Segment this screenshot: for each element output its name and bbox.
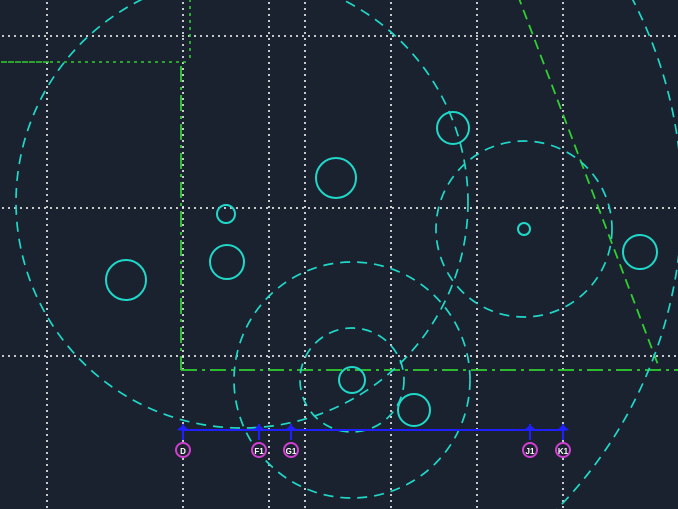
dimension-marker-j1[interactable]: J1 <box>522 442 538 458</box>
dimension-marker-d[interactable]: D <box>175 442 191 458</box>
dimension-layer <box>177 424 569 440</box>
grid-layer <box>0 0 678 509</box>
geometry-circle <box>623 235 657 269</box>
dimension-marker-g1[interactable]: G1 <box>283 442 299 458</box>
geometry-circle <box>210 245 244 279</box>
green-construction-layer <box>0 0 678 370</box>
construction-circle-dashed <box>436 141 612 317</box>
geometry-circle <box>106 260 146 300</box>
geometry-circle <box>316 158 356 198</box>
construction-circle-dashed <box>300 328 404 432</box>
geometry-circle <box>398 394 430 426</box>
dimension-marker-f1[interactable]: F1 <box>251 442 267 458</box>
construction-circle-dashed <box>0 0 678 509</box>
cad-drawing-canvas <box>0 0 678 509</box>
geometry-circle <box>518 223 530 235</box>
cyan-geometry-layer <box>0 0 678 509</box>
dimension-arrow-icon <box>524 425 536 431</box>
geometry-circle <box>437 112 469 144</box>
dimension-arrow-icon <box>285 425 297 431</box>
dimension-arrow-icon <box>557 425 569 431</box>
dimension-arrow-icon <box>177 425 189 431</box>
green-diagonal <box>512 0 660 370</box>
construction-circle-dashed <box>16 0 468 428</box>
geometry-circle <box>339 367 365 393</box>
dimension-marker-k1[interactable]: K1 <box>555 442 571 458</box>
